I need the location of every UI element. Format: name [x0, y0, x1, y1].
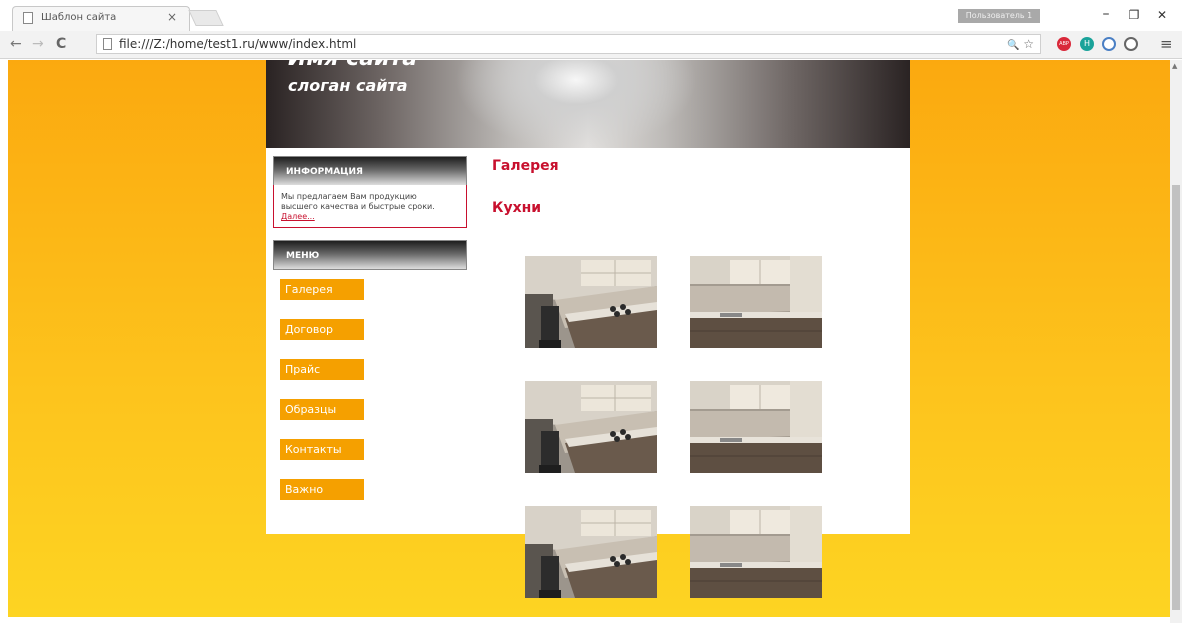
zoom-icon[interactable]: 🔍: [1007, 40, 1019, 51]
kitchen-photo-1[interactable]: [525, 256, 657, 348]
back-button[interactable]: ←: [10, 36, 22, 52]
tab-title: Шаблон сайта: [41, 12, 117, 23]
info-heading-text: информация: [286, 167, 363, 177]
kitchen-photo-2[interactable]: [690, 256, 822, 348]
site-header: Имя сайта слоган сайта: [266, 60, 910, 148]
menu-item-contract[interactable]: Договор: [280, 319, 364, 340]
scroll-up-arrow-icon[interactable]: ▲: [1172, 62, 1177, 70]
menu-item-contacts[interactable]: Контакты: [280, 439, 364, 460]
menu-heading-text: меню: [286, 251, 320, 261]
site-name: Имя сайта: [288, 60, 417, 71]
menu-item-price[interactable]: Прайс: [280, 359, 364, 380]
browser-toolbar: ← → C file:///Z:/home/test1.ru/www/index…: [0, 31, 1182, 59]
browser-tab[interactable]: Шаблон сайта ×: [12, 6, 190, 31]
reload-button[interactable]: C: [56, 36, 66, 52]
tab-close-icon[interactable]: ×: [167, 10, 177, 24]
kitchen-photo-3[interactable]: [525, 381, 657, 473]
kitchen-photo-5[interactable]: [525, 506, 657, 598]
page-icon: [23, 12, 33, 24]
browser-menu-icon[interactable]: ≡: [1160, 35, 1173, 53]
info-block: Мы предлагаем Вам продукцию высшего каче…: [273, 185, 467, 228]
kitchen-photo-6[interactable]: [690, 506, 822, 598]
info-more-link[interactable]: Далее...: [281, 212, 315, 221]
new-tab-button[interactable]: [188, 10, 224, 26]
browser-titlebar: Шаблон сайта × Пользователь 1 – ❐ ✕: [0, 0, 1182, 31]
close-window-button[interactable]: ✕: [1152, 8, 1172, 22]
h-extension-icon[interactable]: H: [1080, 37, 1094, 51]
minimize-button[interactable]: –: [1096, 6, 1116, 22]
kitchen-photo-4[interactable]: [690, 381, 822, 473]
forward-button[interactable]: →: [32, 36, 44, 52]
page-viewport: Имя сайта слоган сайта информация Мы пре…: [8, 60, 1170, 617]
restore-button[interactable]: ❐: [1124, 8, 1144, 22]
menu-item-gallery[interactable]: Галерея: [280, 279, 364, 300]
menu-item-samples[interactable]: Образцы: [280, 399, 364, 420]
bookmark-star-icon[interactable]: ☆: [1023, 37, 1034, 51]
address-bar[interactable]: file:///Z:/home/test1.ru/www/index.html …: [96, 34, 1041, 54]
menu-item-important[interactable]: Важно: [280, 479, 364, 500]
info-text: Мы предлагаем Вам продукцию высшего каче…: [281, 192, 435, 211]
page-icon: [103, 38, 112, 50]
menu-block-heading: меню: [273, 240, 467, 270]
user-profile-button[interactable]: Пользователь 1: [958, 9, 1040, 23]
adblock-extension-icon[interactable]: ABP: [1057, 37, 1071, 51]
section-title: Кухни: [492, 200, 542, 216]
page-title: Галерея: [492, 158, 559, 174]
sync-extension-icon[interactable]: [1102, 37, 1116, 51]
scrollbar-thumb[interactable]: [1172, 185, 1180, 610]
block-extension-icon[interactable]: [1124, 37, 1138, 51]
url-text[interactable]: file:///Z:/home/test1.ru/www/index.html: [119, 37, 356, 51]
site-slogan: слоган сайта: [288, 76, 408, 95]
info-block-heading: информация: [273, 156, 467, 186]
vertical-scrollbar[interactable]: ▲: [1170, 60, 1182, 623]
